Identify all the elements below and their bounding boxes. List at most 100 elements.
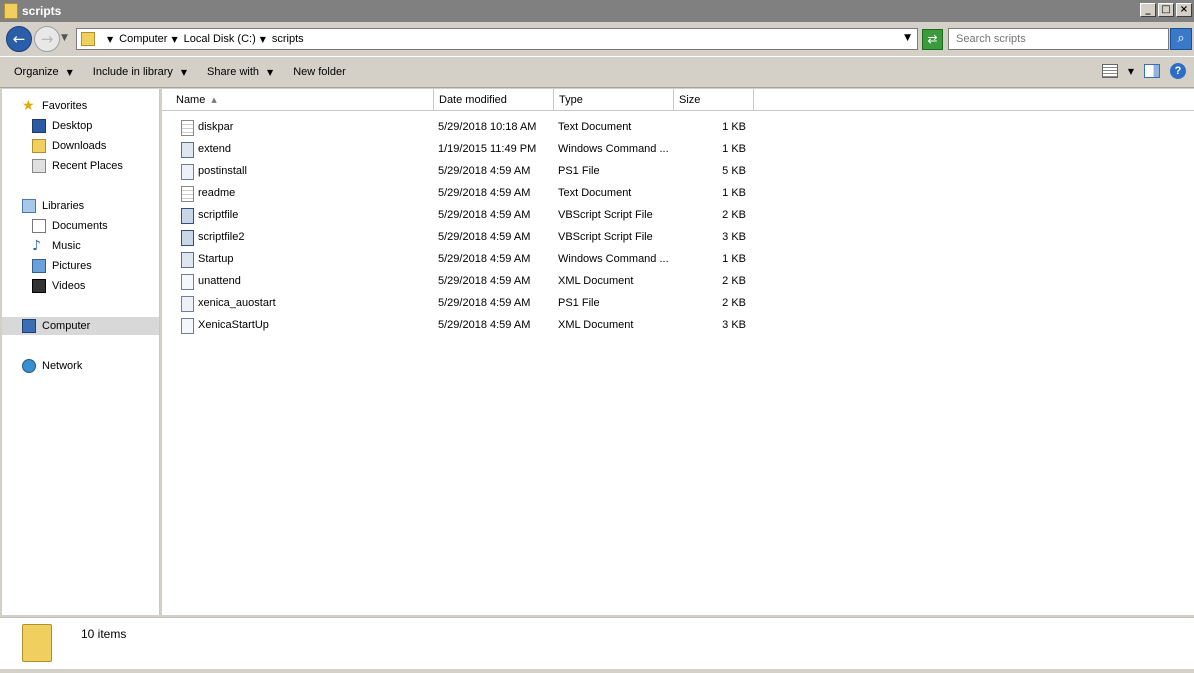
file-type: Text Document bbox=[558, 121, 632, 133]
column-header-size[interactable]: Size bbox=[674, 89, 754, 111]
file-name: unattend bbox=[198, 275, 241, 287]
command-script-icon bbox=[181, 142, 194, 158]
help-icon[interactable]: ? bbox=[1170, 63, 1186, 79]
file-row[interactable]: readme 5/29/2018 4:59 AM Text Document 1 KB bbox=[162, 183, 762, 205]
nav-label: Favorites bbox=[42, 100, 88, 112]
change-view-icon[interactable] bbox=[1101, 64, 1118, 78]
include-in-library-menu[interactable]: Include in library ▼ bbox=[93, 66, 187, 78]
text-file-icon bbox=[181, 186, 194, 202]
nav-videos[interactable]: Videos bbox=[32, 277, 85, 295]
nav-documents[interactable]: Documents bbox=[32, 217, 108, 235]
breadcrumb-scripts[interactable]: scripts bbox=[272, 33, 304, 45]
file-size: 3 KB bbox=[722, 231, 746, 243]
file-name: scriptfile2 bbox=[198, 231, 245, 243]
nav-favorites[interactable]: ★ Favorites bbox=[22, 97, 87, 115]
file-row[interactable]: scriptfile2 5/29/2018 4:59 AM VBScript Scr… bbox=[162, 227, 762, 249]
close-button[interactable]: × bbox=[1176, 3, 1192, 17]
nav-libraries[interactable]: Libraries bbox=[22, 197, 84, 215]
organize-menu[interactable]: Organize ▼ bbox=[14, 66, 73, 78]
nav-label: Pictures bbox=[52, 260, 92, 272]
recent-places-icon bbox=[32, 159, 46, 173]
nav-label: Computer bbox=[42, 320, 91, 332]
nav-recent-places[interactable]: Recent Places bbox=[32, 157, 123, 175]
file-size: 5 KB bbox=[722, 165, 746, 177]
breadcrumb: ▼ Computer ▼ Local Disk (C:) ▼ scripts bbox=[103, 33, 304, 45]
search-input[interactable] bbox=[948, 28, 1169, 50]
preview-pane-icon[interactable] bbox=[1144, 64, 1160, 78]
nav-network[interactable]: Network bbox=[22, 357, 82, 375]
file-type: XML Document bbox=[558, 275, 634, 287]
file-name: xenica_auostart bbox=[198, 297, 276, 309]
file-date-modified: 5/29/2018 4:59 AM bbox=[438, 297, 531, 309]
breadcrumb-chevron-icon[interactable]: ▼ bbox=[107, 35, 113, 44]
window-controls: _ □ × bbox=[1140, 3, 1192, 17]
breadcrumb-chevron-icon[interactable]: ▼ bbox=[171, 35, 177, 44]
column-label: Date modified bbox=[439, 93, 507, 106]
nav-label: Recent Places bbox=[52, 160, 123, 172]
new-folder-button[interactable]: New folder bbox=[293, 66, 346, 78]
nav-label: Network bbox=[42, 360, 83, 372]
file-date-modified: 5/29/2018 4:59 AM bbox=[438, 319, 531, 331]
minimize-button[interactable]: _ bbox=[1140, 3, 1156, 17]
file-name: Startup bbox=[198, 253, 234, 265]
file-row[interactable]: xenica_auostart 5/29/2018 4:59 AM PS1 File… bbox=[162, 293, 762, 315]
file-row[interactable]: postinstall 5/29/2018 4:59 AM PS1 File 5 KB bbox=[162, 161, 762, 183]
file-type: XML Document bbox=[558, 319, 634, 331]
column-header-date[interactable]: Date modified bbox=[434, 89, 554, 111]
command-bar: Organize ▼ Include in library ▼ Share wi… bbox=[0, 56, 1194, 88]
column-header-type[interactable]: Type bbox=[554, 89, 674, 111]
downloads-folder-icon bbox=[32, 139, 46, 153]
star-icon: ★ bbox=[22, 98, 35, 114]
search-icon[interactable]: ⌕ bbox=[1170, 28, 1192, 50]
maximize-button[interactable]: □ bbox=[1158, 3, 1174, 17]
nav-music[interactable]: ♪ Music bbox=[32, 237, 81, 255]
file-row[interactable]: scriptfile 5/29/2018 4:59 AM VBScript Scri… bbox=[162, 205, 762, 227]
view-dropdown-icon[interactable]: ▼ bbox=[1128, 67, 1134, 76]
new-folder-label: New folder bbox=[293, 66, 346, 78]
breadcrumb-chevron-icon[interactable]: ▼ bbox=[260, 35, 266, 44]
nav-label: Documents bbox=[52, 220, 108, 232]
nav-label: Desktop bbox=[52, 120, 93, 132]
include-in-library-label: Include in library bbox=[92, 66, 173, 78]
dropdown-arrow-icon: ▼ bbox=[180, 67, 188, 77]
column-header-filler bbox=[754, 89, 1194, 111]
vbscript-file-icon bbox=[181, 230, 194, 246]
file-date-modified: 5/29/2018 4:59 AM bbox=[438, 275, 531, 287]
file-row[interactable]: extend 1/19/2015 11:49 PM Windows Command … bbox=[162, 139, 762, 161]
column-label: Type bbox=[559, 93, 583, 106]
column-header-name[interactable]: Name ▲ bbox=[162, 89, 434, 111]
nav-downloads[interactable]: Downloads bbox=[32, 137, 106, 155]
file-row[interactable]: Startup 5/29/2018 4:59 AM Windows Command … bbox=[162, 249, 762, 271]
breadcrumb-computer[interactable]: Computer bbox=[119, 33, 167, 45]
forward-button[interactable]: → bbox=[34, 26, 60, 52]
file-size: 2 KB bbox=[722, 209, 746, 221]
file-name: postinstall bbox=[198, 165, 247, 177]
vbscript-file-icon bbox=[181, 208, 194, 224]
file-name: XenicaStartUp bbox=[198, 319, 269, 331]
libraries-icon bbox=[22, 199, 36, 213]
file-type: VBScript Script File bbox=[558, 209, 653, 221]
window-title: scripts bbox=[22, 4, 62, 18]
back-button[interactable]: ← bbox=[6, 26, 32, 52]
address-dropdown-icon[interactable]: ▼ bbox=[904, 33, 911, 43]
nav-computer[interactable]: Computer bbox=[2, 317, 159, 335]
file-row[interactable]: unattend 5/29/2018 4:59 AM XML Document 2 K… bbox=[162, 271, 762, 293]
dropdown-arrow-icon: ▼ bbox=[267, 67, 274, 77]
nav-desktop[interactable]: Desktop bbox=[32, 117, 92, 135]
address-row: ← → ▼ ▼ Computer ▼ Local Disk (C:) ▼ scr… bbox=[0, 22, 1194, 56]
refresh-button[interactable]: ⇄ bbox=[922, 29, 943, 50]
share-with-menu[interactable]: Share with ▼ bbox=[207, 66, 273, 78]
file-type: PS1 File bbox=[558, 297, 600, 309]
file-date-modified: 5/29/2018 4:59 AM bbox=[438, 187, 531, 199]
nav-label: Videos bbox=[52, 280, 86, 292]
breadcrumb-local-disk[interactable]: Local Disk (C:) bbox=[184, 33, 256, 45]
text-file-icon bbox=[181, 120, 194, 136]
nav-pictures[interactable]: Pictures bbox=[32, 257, 92, 275]
file-name: scriptfile bbox=[198, 209, 239, 221]
file-row[interactable]: diskpar 5/29/2018 10:18 AM Text Document 1 … bbox=[162, 117, 762, 139]
title-bar[interactable]: scripts _ □ × bbox=[0, 0, 1194, 22]
file-date-modified: 5/29/2018 4:59 AM bbox=[438, 209, 531, 221]
recent-pages-dropdown[interactable]: ▼ bbox=[61, 33, 68, 43]
address-bar[interactable]: ▼ Computer ▼ Local Disk (C:) ▼ scripts ▼ bbox=[76, 28, 918, 50]
file-row[interactable]: XenicaStartUp 5/29/2018 4:59 AM XML Docume… bbox=[162, 315, 762, 337]
